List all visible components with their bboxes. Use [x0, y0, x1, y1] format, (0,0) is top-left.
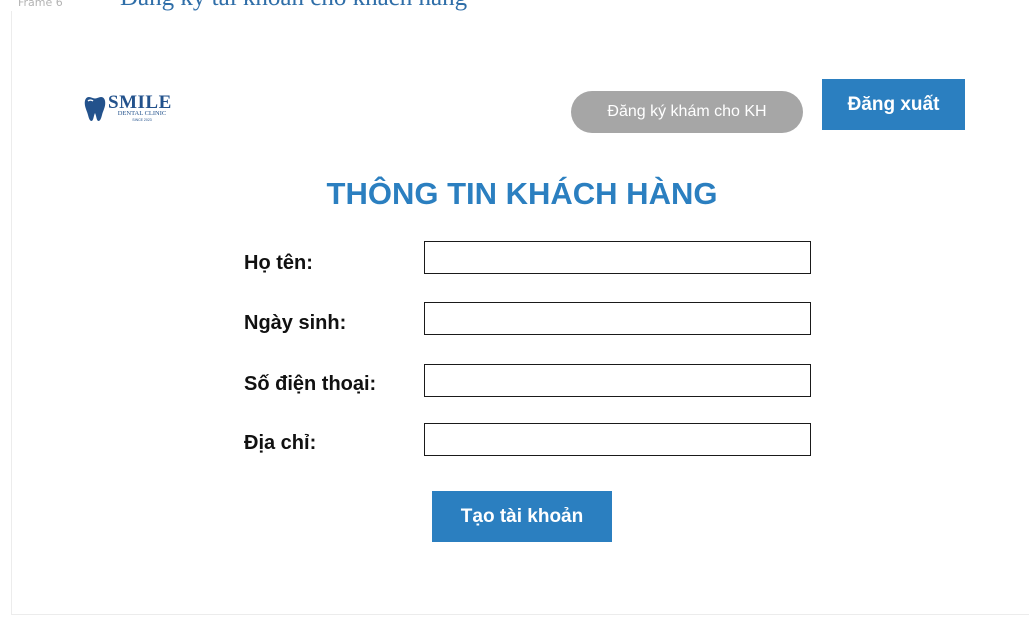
tooth-icon [84, 97, 106, 121]
full-name-label: Họ tên: [244, 252, 313, 274]
phone-label: Số điện thoại: [244, 373, 377, 395]
phone-input[interactable] [424, 364, 811, 397]
top-caption: Đăng ký tài khoản cho khách hàng [120, 0, 467, 10]
frame-label: Frame 6 [18, 0, 63, 9]
address-label: Địa chỉ: [244, 432, 317, 454]
address-input[interactable] [424, 423, 811, 456]
page: Đăng ký tài khoản cho khách hàng Frame 6… [0, 0, 1029, 617]
create-account-button[interactable]: Tạo tài khoản [432, 491, 612, 542]
page-title: THÔNG TIN KHÁCH HÀNG [326, 176, 718, 211]
register-exam-button[interactable]: Đăng ký khám cho KH [571, 91, 803, 133]
logo-since: SINCE 2023 [132, 118, 152, 122]
birthdate-input[interactable] [424, 302, 811, 335]
clinic-logo[interactable]: SMILE DENTAL CLINIC SINCE 2023 [84, 93, 180, 124]
logo-subtitle: DENTAL CLINIC [117, 110, 167, 117]
full-name-input[interactable] [424, 241, 811, 274]
logout-button[interactable]: Đăng xuất [822, 79, 965, 130]
birthdate-label: Ngày sinh: [244, 312, 347, 334]
